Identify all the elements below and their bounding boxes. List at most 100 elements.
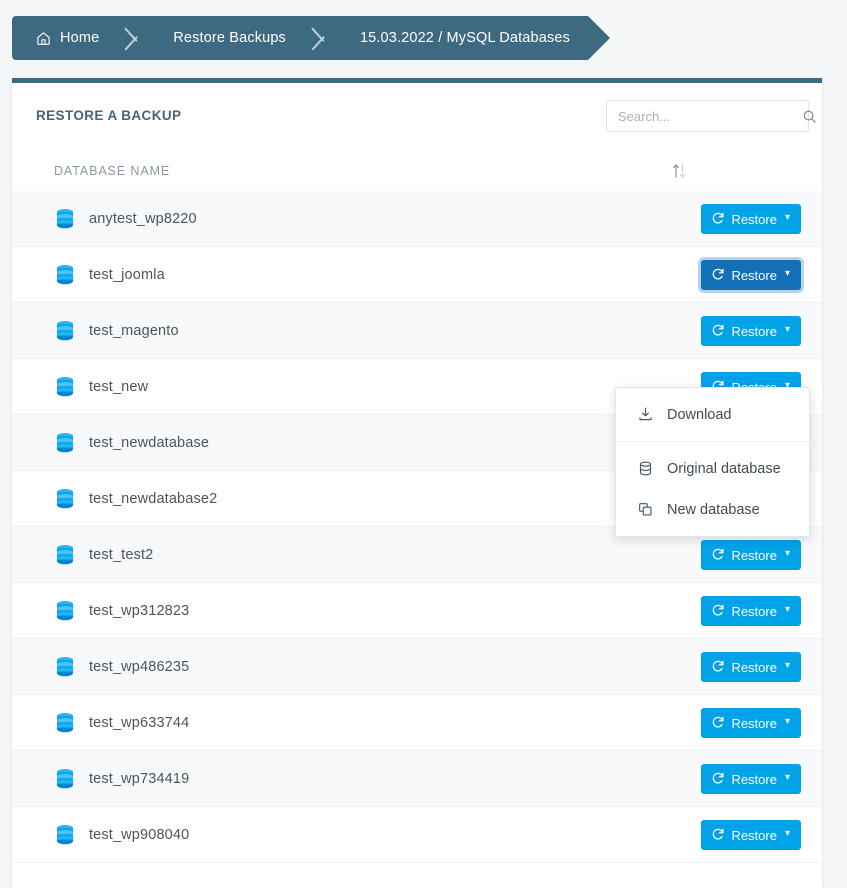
restore-button-label: Restore (731, 268, 777, 283)
restore-button[interactable]: Restore ▾ (701, 596, 801, 626)
search-box[interactable] (606, 100, 809, 132)
chevron-down-icon: ▾ (785, 605, 790, 615)
restore-button[interactable]: Restore ▾ (701, 652, 801, 682)
chevron-down-icon: ▾ (785, 269, 790, 279)
table-row: test_joomla Restore ▾ (12, 247, 822, 303)
restore-dropdown-menu[interactable]: Download Original database New database (615, 387, 810, 537)
database-icon (637, 460, 654, 477)
database-name-label: test_wp734419 (89, 771, 189, 787)
breadcrumb: Home Restore Backups 15.03.2022 / MySQL … (12, 16, 610, 60)
restore-button[interactable]: Restore ▾ (701, 204, 801, 234)
database-name-label: test_wp633744 (89, 715, 189, 731)
restore-button[interactable]: Restore ▾ (701, 820, 801, 850)
chevron-down-icon: ▾ (785, 549, 790, 559)
restore-refresh-icon (711, 771, 725, 788)
restore-button-label: Restore (731, 716, 777, 731)
dropdown-item-download[interactable]: Download (616, 394, 809, 435)
database-icon (54, 431, 76, 455)
database-name-label: test_wp908040 (89, 827, 189, 843)
database-icon (54, 263, 76, 287)
database-icon (54, 543, 76, 567)
restore-refresh-icon (711, 211, 725, 228)
database-name-label: anytest_wp8220 (89, 211, 197, 227)
breadcrumb-chevron-icon (121, 16, 147, 60)
dropdown-item-new-database[interactable]: New database (616, 489, 809, 530)
database-name-label: test_test2 (89, 547, 153, 563)
dropdown-item-label: New database (667, 502, 760, 518)
database-name-label: test_newdatabase2 (89, 491, 217, 507)
breadcrumb-bar: Home Restore Backups 15.03.2022 / MySQL … (12, 16, 588, 60)
breadcrumb-item-current: 15.03.2022 / MySQL Databases (334, 16, 588, 60)
restore-backup-card: RESTORE A BACKUP DATABASE NAME (12, 78, 822, 888)
breadcrumb-label: 15.03.2022 / MySQL Databases (360, 30, 570, 46)
chevron-down-icon: ▾ (785, 213, 790, 223)
chevron-down-icon: ▾ (785, 661, 790, 671)
database-icon (54, 319, 76, 343)
restore-button-label: Restore (731, 324, 777, 339)
database-name-label: test_magento (89, 323, 179, 339)
restore-button-label: Restore (731, 604, 777, 619)
restore-button-label: Restore (731, 772, 777, 787)
database-icon (54, 487, 76, 511)
dropdown-item-original-database[interactable]: Original database (616, 448, 809, 489)
search-input[interactable] (607, 109, 802, 124)
copy-icon (637, 501, 654, 518)
dropdown-item-label: Download (667, 407, 732, 423)
table-header-row: DATABASE NAME (12, 151, 822, 191)
restore-button-label: Restore (731, 212, 777, 227)
database-icon (54, 207, 76, 231)
restore-refresh-icon (711, 659, 725, 676)
table-row: test_wp908040 Restore ▾ (12, 807, 822, 863)
breadcrumb-item-home[interactable]: Home (12, 16, 121, 60)
chevron-down-icon: ▾ (785, 829, 790, 839)
database-name-label: test_new (89, 379, 148, 395)
restore-button-label: Restore (731, 548, 777, 563)
dropdown-item-label: Original database (667, 461, 781, 477)
database-icon (54, 375, 76, 399)
restore-button[interactable]: Restore ▾ (701, 316, 801, 346)
breadcrumb-label: Restore Backups (173, 30, 286, 46)
table-row: test_wp633744 Restore ▾ (12, 695, 822, 751)
sort-arrows-icon[interactable] (671, 162, 691, 180)
table-row: test_wp486235 Restore ▾ (12, 639, 822, 695)
database-icon (54, 711, 76, 735)
database-icon (54, 655, 76, 679)
breadcrumb-item-restore-backups[interactable]: Restore Backups (147, 16, 308, 60)
restore-refresh-icon (711, 267, 725, 284)
search-icon[interactable] (802, 109, 817, 124)
chevron-down-icon: ▾ (785, 773, 790, 783)
restore-refresh-icon (711, 603, 725, 620)
restore-refresh-icon (711, 323, 725, 340)
chevron-down-icon: ▾ (785, 325, 790, 335)
breadcrumb-chevron-icon (308, 16, 334, 60)
database-icon (54, 767, 76, 791)
restore-button[interactable]: Restore ▾ (701, 764, 801, 794)
database-name-label: test_wp312823 (89, 603, 189, 619)
breadcrumb-home-label: Home (60, 30, 99, 46)
column-header-database-name: DATABASE NAME (54, 164, 170, 178)
dropdown-divider (616, 441, 809, 442)
home-icon (36, 31, 51, 46)
restore-button[interactable]: Restore ▾ (701, 260, 801, 290)
restore-button-label: Restore (731, 828, 777, 843)
restore-refresh-icon (711, 547, 725, 564)
chevron-down-icon: ▾ (785, 717, 790, 727)
table-row: test_wp312823 Restore ▾ (12, 583, 822, 639)
restore-button-label: Restore (731, 660, 777, 675)
restore-button[interactable]: Restore ▾ (701, 708, 801, 738)
database-name-label: test_newdatabase (89, 435, 209, 451)
database-name-label: test_joomla (89, 267, 165, 283)
database-icon (54, 599, 76, 623)
card-header: RESTORE A BACKUP (12, 83, 822, 151)
restore-button[interactable]: Restore ▾ (701, 540, 801, 570)
breadcrumb-arrow-tip (588, 16, 610, 60)
table-row: test_wp734419 Restore ▾ (12, 751, 822, 807)
page-title: RESTORE A BACKUP (36, 108, 181, 123)
table-row: anytest_wp8220 Restore ▾ (12, 191, 822, 247)
download-icon (637, 406, 654, 423)
restore-refresh-icon (711, 827, 725, 844)
database-icon (54, 823, 76, 847)
restore-refresh-icon (711, 715, 725, 732)
table-row: test_magento Restore ▾ (12, 303, 822, 359)
database-name-label: test_wp486235 (89, 659, 189, 675)
